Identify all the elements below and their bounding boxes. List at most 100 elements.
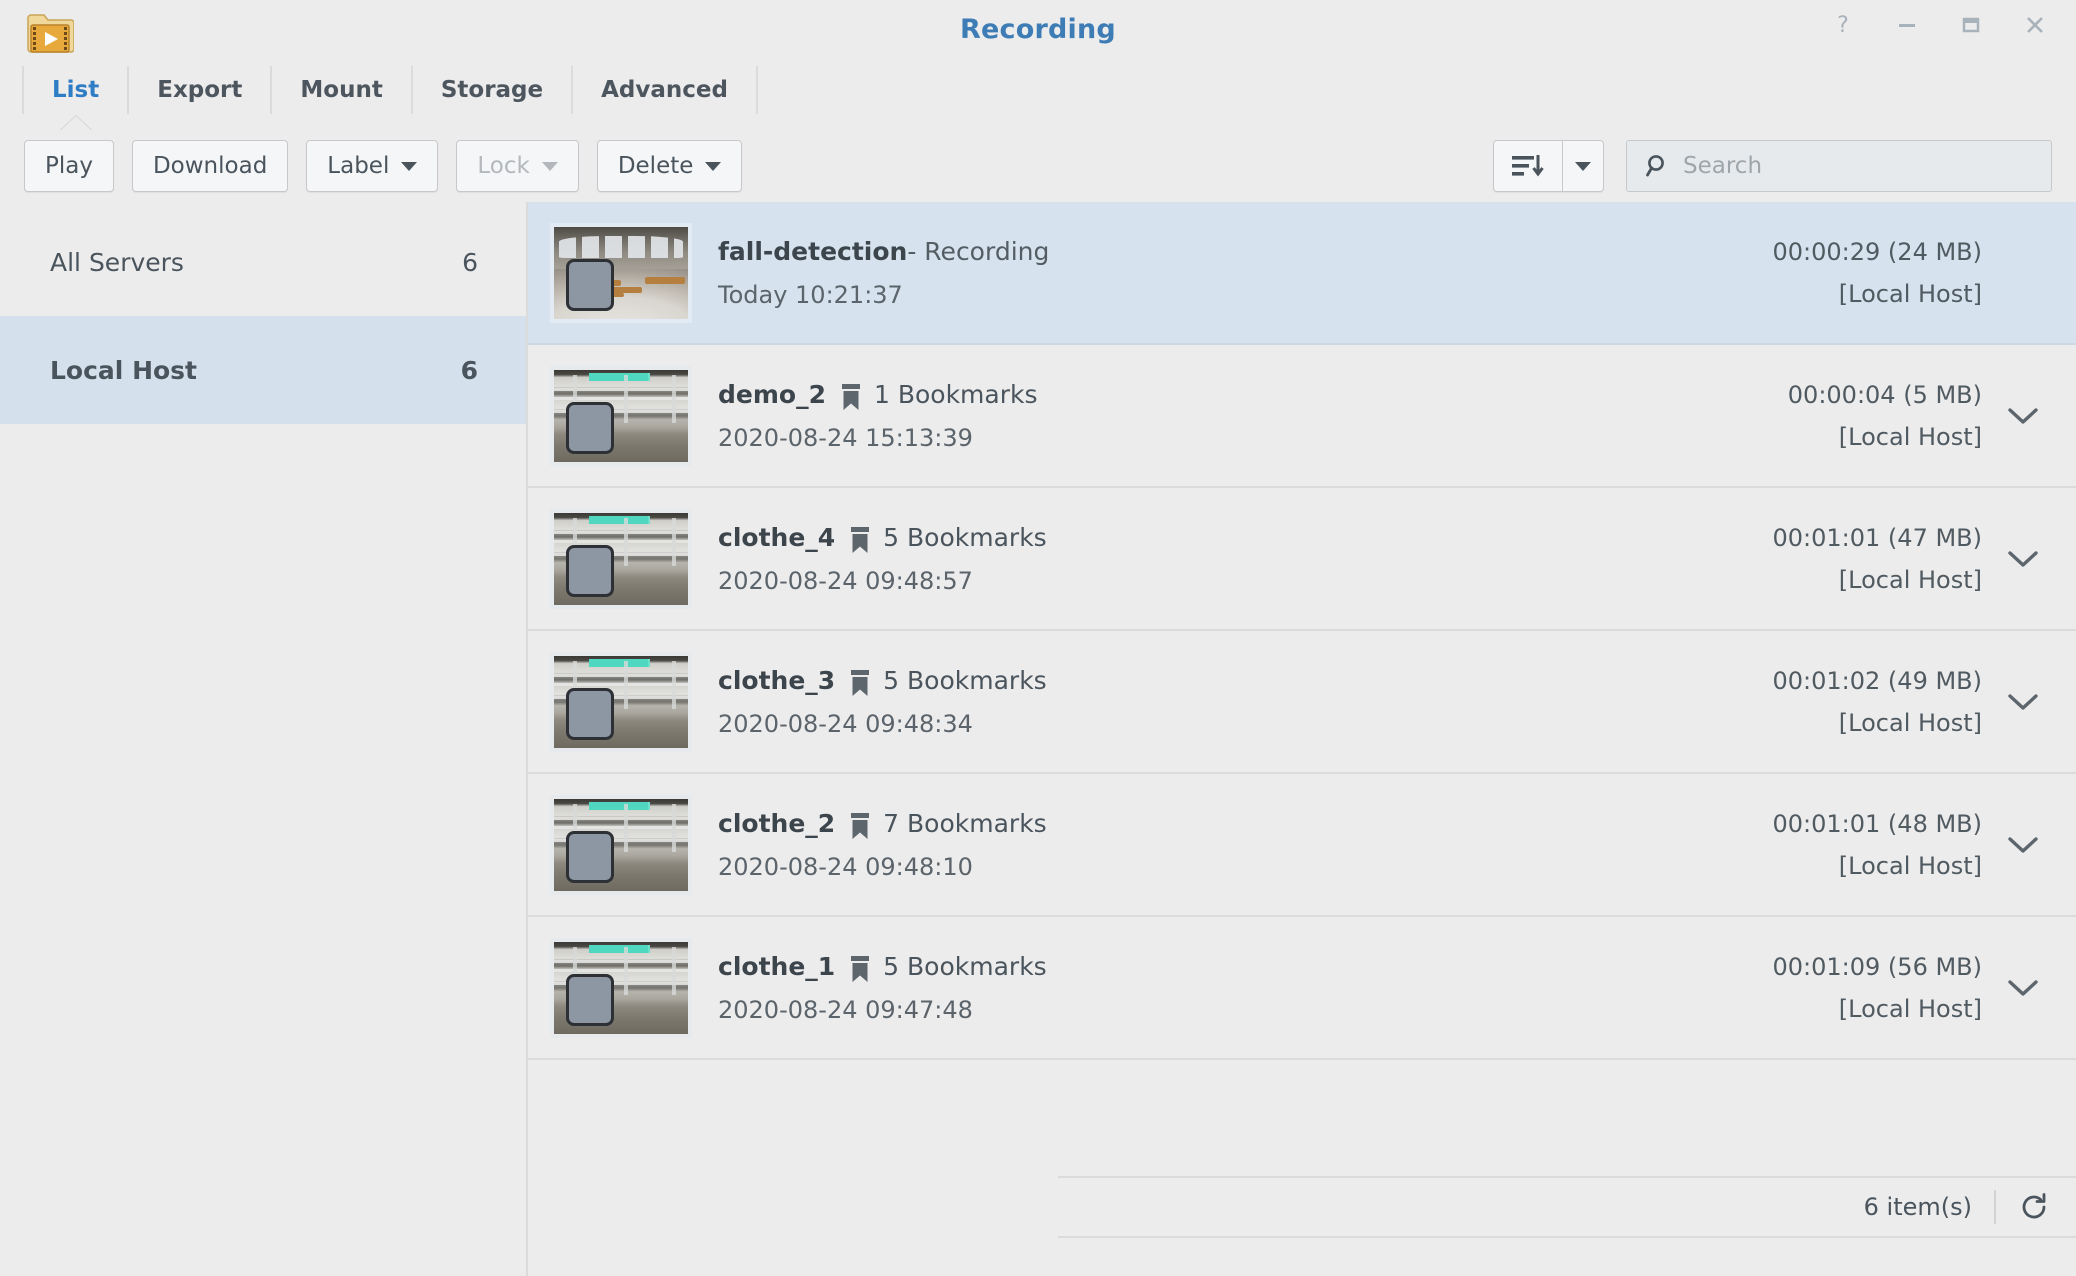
recording-meta: 00:01:01 (48 MB) [Local Host] [1773, 810, 1982, 880]
recording-name: clothe_2 [718, 808, 836, 838]
recording-thumbnail[interactable] [550, 937, 692, 1038]
bookmark-count-label: 5 Bookmarks [883, 665, 1047, 695]
item-count-label: 6 item(s) [1863, 1193, 1972, 1221]
recording-timestamp: 2020-08-24 09:48:34 [718, 710, 973, 739]
table-row[interactable]: clothe_1 5 Bookmarks 2020-08-24 09:47:48 00… [528, 917, 2076, 1060]
recording-list: fall-detection - Recording Today 10:21:37… [528, 202, 2076, 1276]
play-button-label: Play [45, 153, 93, 179]
recording-meta: 00:00:29 (24 MB) [Local Host] [1773, 238, 1982, 308]
thumbnail-overlay-icon [566, 830, 614, 883]
sidebar-item-local-host[interactable]: Local Host 6 [0, 316, 526, 424]
expand-row-button[interactable] [1992, 834, 2054, 856]
bookmark-icon-wrap [849, 955, 871, 983]
recording-name: clothe_1 [718, 951, 836, 981]
content-area: All Servers 6 Local Host 6 fall-detectio… [0, 202, 2076, 1276]
recording-name: clothe_4 [718, 522, 836, 552]
recording-thumbnail[interactable] [550, 794, 692, 895]
recording-meta: 00:00:04 (5 MB) [Local Host] [1788, 381, 1982, 451]
bookmark-count-label: 7 Bookmarks [883, 808, 1047, 838]
recording-duration-size: 00:00:29 (24 MB) [1772, 237, 1982, 266]
delete-button-label: Delete [617, 153, 694, 179]
recording-timestamp: 2020-08-24 09:48:10 [718, 853, 973, 882]
table-row[interactable]: clothe_4 5 Bookmarks 2020-08-24 09:48:57 00… [528, 488, 2076, 631]
search-box[interactable] [1626, 140, 2052, 192]
sidebar-item-label: All Servers [50, 247, 184, 277]
help-button[interactable]: ? [1826, 8, 1860, 42]
sort-dropdown-button[interactable] [1563, 141, 1603, 191]
tab-storage-label: Storage [440, 77, 544, 103]
tab-storage[interactable]: Storage [410, 66, 571, 114]
recording-title-line: demo_2 1 Bookmarks [718, 379, 1788, 410]
caret-down-icon [1575, 161, 1591, 171]
recording-thumbnail[interactable] [550, 222, 692, 323]
recording-name: demo_2 [718, 379, 826, 409]
table-row[interactable]: clothe_3 5 Bookmarks 2020-08-24 09:48:34 00… [528, 631, 2076, 774]
corridor-sign [588, 945, 648, 954]
recording-title-line: clothe_4 5 Bookmarks [718, 522, 1773, 553]
corridor-post [671, 661, 676, 709]
expand-row-button[interactable] [1992, 548, 2054, 570]
download-button[interactable]: Download [131, 140, 289, 192]
sidebar-item-all-servers[interactable]: All Servers 6 [0, 208, 526, 316]
sidebar-item-count: 6 [462, 247, 478, 277]
thumbnail-overlay-icon [566, 544, 614, 597]
recording-info: clothe_3 5 Bookmarks 2020-08-24 09:48:34 [718, 665, 1773, 738]
tab-export[interactable]: Export [127, 66, 270, 114]
sort-control [1493, 140, 1604, 192]
tab-advanced[interactable]: Advanced [571, 66, 758, 114]
table-row[interactable]: demo_2 1 Bookmarks 2020-08-24 15:13:39 00:0… [528, 345, 2076, 488]
play-button[interactable]: Play [24, 140, 114, 192]
chevron-down-icon [2008, 407, 2038, 424]
recording-host: [Local Host] [1838, 422, 1982, 451]
delete-button[interactable]: Delete [596, 140, 743, 192]
expand-row-button[interactable] [1992, 977, 2054, 999]
recording-thumbnail[interactable] [550, 365, 692, 466]
corridor-post [623, 518, 628, 566]
corridor-post [671, 518, 676, 566]
lock-button[interactable]: Lock [456, 140, 579, 192]
recording-timestamp: 2020-08-24 15:13:39 [718, 424, 973, 453]
sort-descending-icon [1512, 155, 1544, 177]
tab-mount[interactable]: Mount [270, 66, 410, 114]
recording-thumbnail[interactable] [550, 651, 692, 752]
recording-info: clothe_2 7 Bookmarks 2020-08-24 09:48:10 [718, 808, 1773, 881]
corridor-post [623, 661, 628, 709]
search-input[interactable] [1683, 153, 2051, 179]
active-tab-caret-icon [59, 116, 92, 131]
status-bar: 6 item(s) [1058, 1176, 2076, 1238]
table-row[interactable]: fall-detection - Recording Today 10:21:37… [528, 202, 2076, 345]
close-button[interactable] [2018, 8, 2052, 42]
recording-duration-size: 00:01:02 (49 MB) [1772, 666, 1982, 695]
chevron-down-icon [2008, 550, 2038, 567]
recording-duration-size: 00:01:01 (47 MB) [1772, 523, 1982, 552]
tab-list[interactable]: List [22, 66, 127, 131]
tab-mount-label: Mount [300, 77, 383, 103]
sort-button[interactable] [1494, 141, 1562, 191]
expand-row-button[interactable] [1992, 691, 2054, 713]
thumbnail-overlay-icon [566, 973, 614, 1026]
sidebar-item-label: Local Host [50, 355, 197, 385]
label-button[interactable]: Label [306, 140, 439, 192]
expand-row-button[interactable] [1992, 405, 2054, 427]
recording-timestamp: 2020-08-24 09:48:57 [718, 567, 973, 596]
table-row[interactable]: clothe_2 7 Bookmarks 2020-08-24 09:48:10 00… [528, 774, 2076, 917]
tab-advanced-label: Advanced [601, 77, 728, 103]
refresh-icon [2022, 1193, 2046, 1219]
recording-duration-size: 00:01:09 (56 MB) [1772, 952, 1982, 981]
minimize-button[interactable] [1890, 8, 1924, 42]
bookmark-icon [841, 383, 860, 410]
bookmark-icon-wrap [849, 526, 871, 554]
refresh-button[interactable] [2018, 1191, 2050, 1223]
corridor-post [671, 947, 676, 995]
recording-host: [Local Host] [1838, 851, 1982, 880]
recording-thumbnail[interactable] [550, 508, 692, 609]
recording-meta: 00:01:02 (49 MB) [Local Host] [1773, 667, 1982, 737]
maximize-button[interactable] [1954, 8, 1988, 42]
caret-down-icon [541, 161, 558, 171]
recording-host: [Local Host] [1838, 708, 1982, 737]
recording-info: fall-detection - Recording Today 10:21:37 [718, 236, 1773, 309]
tab-list-label: List [52, 77, 100, 103]
recording-info: demo_2 1 Bookmarks 2020-08-24 15:13:39 [718, 379, 1788, 452]
corridor-sign [588, 659, 648, 668]
window-controls: ? [1826, 8, 2052, 42]
